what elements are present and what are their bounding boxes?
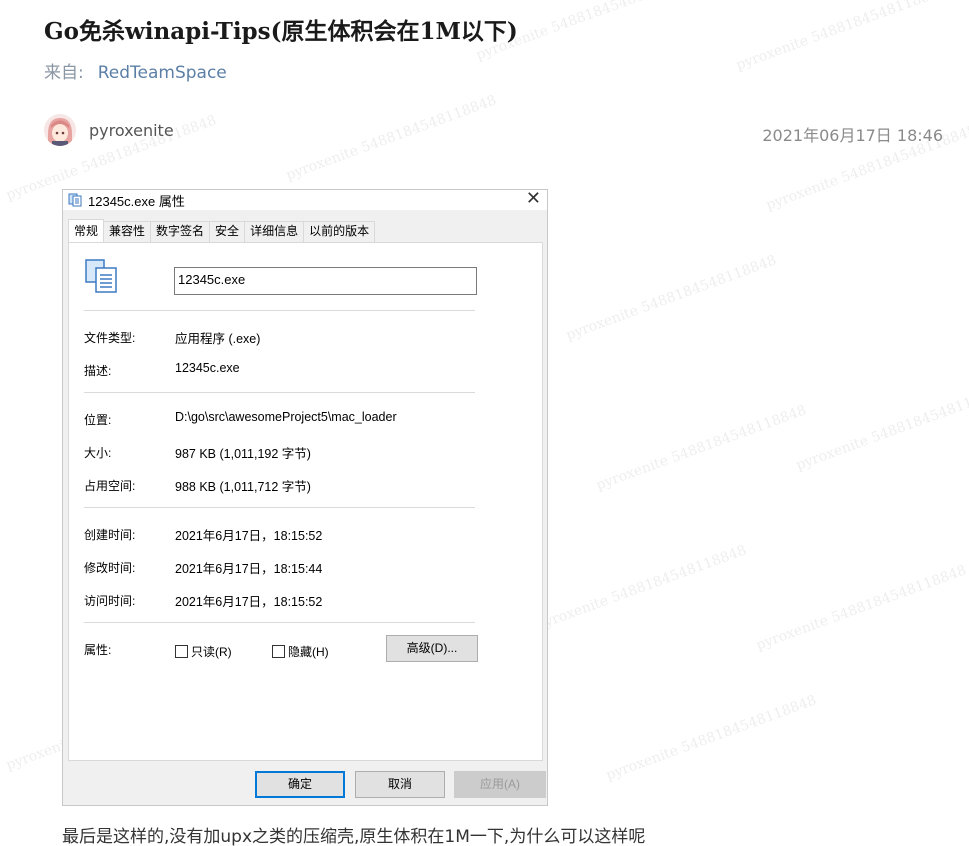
post-title: Go免杀winapi-Tips(原生体积会在1M以下) (44, 18, 518, 45)
general-tab-panel: 12345c.exe 文件类型: 应用程序 (.exe) 描述: 12345c.… (68, 242, 543, 761)
watermark: pyroxenite 5488184548118848 (593, 402, 809, 494)
created-value: 2021年6月17日，18:15:52 (175, 529, 323, 543)
divider (84, 392, 475, 393)
divider (84, 622, 475, 623)
file-type-label: 文件类型: (84, 331, 136, 345)
watermark: pyroxenite 5488184548118848 (533, 542, 749, 634)
hidden-checkbox[interactable]: 隐藏(H) (272, 643, 329, 660)
dialog-title: 12345c.exe 属性 (88, 194, 185, 209)
avatar[interactable] (44, 114, 76, 146)
watermark: pyroxenite 5488184548118848 (563, 252, 779, 344)
location-label: 位置: (84, 413, 112, 427)
ok-button[interactable]: 确定 (255, 771, 345, 798)
modified-value: 2021年6月17日，18:15:44 (175, 562, 323, 576)
cancel-button[interactable]: 取消 (355, 771, 445, 798)
hidden-label: 隐藏(H) (288, 645, 329, 659)
divider (84, 507, 475, 508)
watermark: pyroxenite 5488184548118848 (603, 692, 819, 784)
tab-compatibility[interactable]: 兼容性 (103, 221, 152, 242)
accessed-label: 访问时间: (84, 594, 136, 608)
author-name[interactable]: pyroxenite (89, 121, 174, 140)
dialog-titlebar: 12345c.exe 属性 ✕ (63, 190, 547, 210)
description-value: 12345c.exe (175, 361, 240, 375)
advanced-button[interactable]: 高级(D)... (386, 635, 478, 662)
avatar-image-icon (44, 114, 76, 146)
apply-button[interactable]: 应用(A) (454, 771, 546, 798)
exe-large-icon (85, 259, 117, 293)
exe-file-icon (68, 193, 82, 207)
tab-security[interactable]: 安全 (209, 221, 246, 242)
file-type-value: 应用程序 (.exe) (175, 332, 261, 346)
watermark: pyroxenite 5488184548118848 (753, 562, 969, 654)
tab-digital-signatures[interactable]: 数字签名 (150, 221, 211, 242)
description-label: 描述: (84, 364, 112, 378)
accessed-value: 2021年6月17日，18:15:52 (175, 595, 323, 609)
modified-label: 修改时间: (84, 561, 136, 575)
watermark: pyroxenite 5488184548118848 (283, 92, 499, 184)
checkbox-box[interactable] (175, 645, 188, 658)
size-on-disk-label: 占用空间: (84, 479, 136, 493)
file-properties-dialog: 12345c.exe 属性 ✕ 常规 兼容性 数字签名 安全 详细信息 以前的版… (62, 189, 548, 806)
watermark: pyroxenite 5488184548118848 (733, 0, 949, 74)
readonly-checkbox[interactable]: 只读(R) (175, 643, 232, 660)
tab-strip: 常规 兼容性 数字签名 安全 详细信息 以前的版本 (68, 219, 376, 242)
post-source: 来自: RedTeamSpace (44, 58, 227, 83)
readonly-label: 只读(R) (191, 645, 232, 659)
source-label: 来自: (44, 63, 84, 83)
created-label: 创建时间: (84, 528, 136, 542)
size-on-disk-value: 988 KB (1,011,712 字节) (175, 480, 311, 494)
size-value: 987 KB (1,011,192 字节) (175, 447, 311, 461)
filename-input[interactable]: 12345c.exe (174, 267, 477, 295)
size-label: 大小: (84, 446, 112, 460)
post-date: 2021年06月17日 18:46 (762, 126, 943, 145)
tab-general[interactable]: 常规 (68, 219, 105, 242)
attributes-label: 属性: (84, 643, 112, 657)
checkbox-box[interactable] (272, 645, 285, 658)
watermark: pyroxenite 5488184548118848 (793, 382, 969, 474)
post-body-text: 最后是这样的,没有加upx之类的压缩壳,原生体积在1M一下,为什么可以这样呢 (62, 827, 646, 846)
close-icon[interactable]: ✕ (526, 190, 541, 209)
tab-details[interactable]: 详细信息 (244, 221, 305, 242)
location-value: D:\go\src\awesomeProject5\mac_loader (175, 410, 397, 424)
source-link[interactable]: RedTeamSpace (98, 63, 227, 83)
tab-previous-versions[interactable]: 以前的版本 (303, 221, 376, 242)
divider (84, 310, 475, 311)
